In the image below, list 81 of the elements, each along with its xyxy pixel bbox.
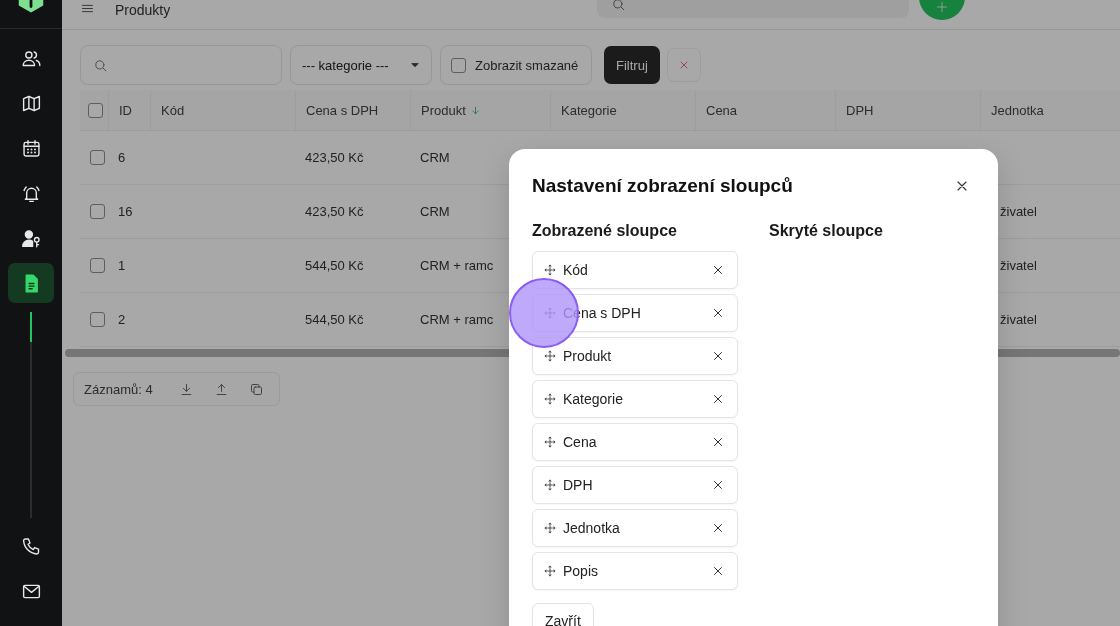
column-item[interactable]: Kód — [532, 251, 738, 289]
column-item[interactable]: Jednotka — [532, 509, 738, 547]
move-icon[interactable] — [543, 349, 557, 363]
table-cell-text: 423,50 Kč — [304, 204, 365, 219]
checkbox-label[interactable]: Zobrazit smazané — [475, 57, 579, 73]
move-icon[interactable] — [543, 263, 557, 277]
column-header[interactable]: Cena s DPH — [295, 90, 410, 130]
column-item[interactable]: DPH — [532, 466, 738, 504]
table-cell-text: 2 — [117, 312, 127, 327]
column-header[interactable]: ID — [108, 90, 150, 130]
search-icon — [611, 0, 626, 12]
table-cell-text: CRM — [419, 150, 451, 165]
row-checkbox[interactable] — [90, 258, 105, 273]
column-header[interactable]: Kategorie — [550, 90, 695, 130]
remove-button[interactable] — [711, 263, 725, 277]
table-cell-text: CRM + ramc — [419, 258, 495, 273]
column-header[interactable]: Kód — [150, 90, 295, 130]
remove-button[interactable] — [711, 521, 725, 535]
column-list-heading: Skryté sloupce — [769, 221, 884, 241]
move-icon[interactable] — [543, 435, 557, 449]
nav-button[interactable] — [8, 263, 54, 303]
x-icon — [711, 564, 725, 578]
x-icon — [711, 392, 725, 406]
column-item[interactable]: Produkt — [532, 337, 738, 375]
table-cell-text: 6 — [117, 150, 127, 165]
remove-button[interactable] — [711, 392, 725, 406]
remove-button[interactable] — [711, 564, 725, 578]
plus-icon — [936, 1, 948, 13]
column-list-heading: Zobrazené sloupce — [532, 221, 678, 241]
table-cell-text: živatel — [999, 312, 1038, 327]
table-cell-text: 423,50 Kč — [304, 150, 365, 165]
column-item[interactable]: Kategorie — [532, 380, 738, 418]
x-icon — [711, 478, 725, 492]
column-header[interactable]: Cena — [695, 90, 835, 130]
table-cell-text: CRM — [419, 204, 451, 219]
filter-button[interactable]: Filtruj — [604, 46, 660, 84]
remove-button[interactable] — [711, 349, 725, 363]
column-header[interactable]: Produkt — [410, 90, 550, 130]
table-cell-text: 544,50 Kč — [304, 258, 365, 273]
x-icon — [711, 349, 725, 363]
copy-icon[interactable] — [248, 381, 264, 397]
row-checkbox[interactable] — [90, 150, 105, 165]
download-icon[interactable] — [178, 381, 194, 397]
record-count: Záznamů: 4 — [84, 381, 153, 397]
column-item[interactable]: Cena — [532, 423, 738, 461]
x-icon — [711, 435, 725, 449]
table-cell-text: CRM + ramc — [419, 312, 495, 327]
remove-button[interactable] — [711, 478, 725, 492]
sort-arrow-icon — [469, 104, 481, 116]
page-title: Produkty — [115, 1, 171, 19]
x-icon — [711, 306, 725, 320]
column-header[interactable]: Jednotka — [980, 90, 1120, 130]
search-icon — [93, 57, 108, 73]
x-icon — [711, 263, 725, 277]
move-icon[interactable] — [543, 392, 557, 406]
dialog-title: Nastavení zobrazení sloupců — [532, 175, 793, 197]
select-all-checkbox[interactable] — [88, 102, 103, 118]
search-field[interactable] — [80, 45, 282, 85]
column-item[interactable]: Popis — [532, 552, 738, 590]
table-cell-text: živatel — [999, 258, 1038, 273]
checkbox[interactable] — [451, 57, 466, 73]
remove-button[interactable] — [711, 306, 725, 320]
category-select[interactable]: --- kategorie --- — [290, 45, 432, 85]
row-checkbox[interactable] — [90, 204, 105, 219]
table-cell-text: 544,50 Kč — [304, 312, 365, 327]
table-cell-text: 1 — [117, 258, 127, 273]
move-icon[interactable] — [543, 521, 557, 535]
move-icon[interactable] — [543, 564, 557, 578]
close-dialog-button[interactable]: Zavřít — [532, 603, 594, 626]
column-header[interactable]: DPH — [835, 90, 980, 130]
show-deleted-filter[interactable]: Zobrazit smazané — [440, 45, 592, 85]
calendar-icon — [20, 137, 42, 159]
x-icon — [711, 521, 725, 535]
move-icon[interactable] — [543, 478, 557, 492]
table-cell-text: 16 — [117, 204, 134, 219]
user-key-icon — [20, 227, 42, 249]
row-checkbox[interactable] — [90, 312, 105, 327]
upload-icon[interactable] — [213, 381, 229, 397]
table-cell-text: živatel — [999, 204, 1038, 219]
remove-button[interactable] — [711, 435, 725, 449]
phone-icon — [20, 535, 42, 557]
